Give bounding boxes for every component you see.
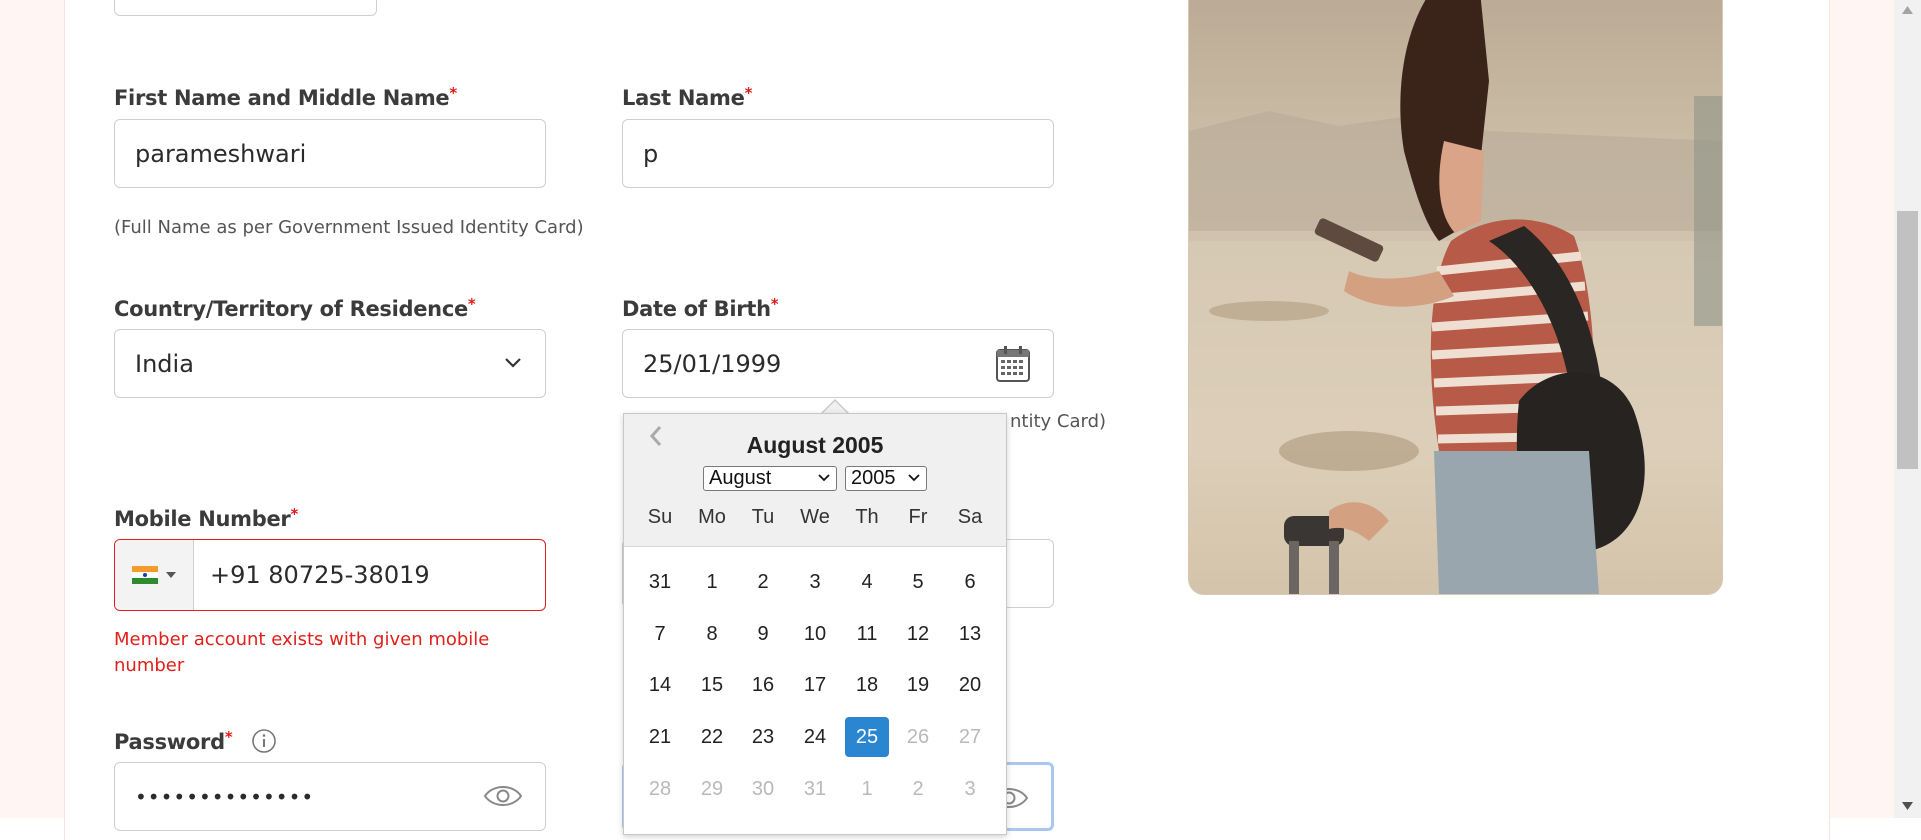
calendar-title: August 2005 <box>746 432 884 458</box>
last-name-input[interactable]: p <box>622 119 1054 188</box>
mobile-value: +91 80725-38019 <box>210 561 430 589</box>
mobile-error-text: Member account exists with given mobile … <box>114 629 490 676</box>
mobile-input[interactable]: +91 80725-38019 <box>114 539 546 611</box>
calendar-day[interactable]: 2 <box>741 562 785 602</box>
first-name-label: First Name and Middle Name* <box>114 84 457 110</box>
calendar-day[interactable]: 9 <box>741 614 785 654</box>
traveler-photo <box>1188 0 1723 595</box>
calendar-day-disabled: 1 <box>861 778 873 800</box>
weekday-su: Su <box>647 506 673 528</box>
calendar-day[interactable]: 22 <box>690 717 734 757</box>
weekday-th: Th <box>855 506 879 528</box>
country-select[interactable]: India <box>114 329 546 398</box>
scroll-up-arrow-icon[interactable] <box>1902 6 1913 14</box>
calendar-day[interactable]: 21 <box>638 717 682 757</box>
weekday-we: We <box>800 506 830 528</box>
calendar-day[interactable]: 1 <box>690 562 734 602</box>
calendar-day[interactable]: 17 <box>793 665 837 705</box>
calendar-day[interactable]: 18 <box>845 665 889 705</box>
dob-helper-text: ntity Card) <box>1010 411 1107 432</box>
name-helper-text: (Full Name as per Government Issued Iden… <box>114 217 584 238</box>
calendar-day[interactable]: 3 <box>793 562 837 602</box>
calendar-day-disabled: 30 <box>751 778 775 800</box>
mobile-label: Mobile Number* <box>114 505 298 531</box>
calendar-day-disabled: 28 <box>648 778 672 800</box>
chevron-down-icon <box>505 358 521 368</box>
calendar-day[interactable]: 20 <box>948 665 992 705</box>
calendar-day[interactable]: 24 <box>793 717 837 757</box>
calendar-day[interactable]: 4 <box>845 562 889 602</box>
calendar-day[interactable]: 12 <box>896 614 940 654</box>
scroll-down-arrow-icon[interactable] <box>1902 802 1913 810</box>
weekday-tu: Tu <box>751 506 775 528</box>
year-select[interactable]: 2005 <box>845 466 927 491</box>
eye-icon[interactable] <box>483 783 523 809</box>
calendar-day-disabled: 26 <box>906 726 930 748</box>
india-flag-icon <box>132 566 158 584</box>
calendar-day[interactable]: 14 <box>638 665 682 705</box>
scrollbar-thumb[interactable] <box>1897 211 1918 469</box>
calendar-day[interactable]: 5 <box>896 562 940 602</box>
previous-field[interactable] <box>114 0 377 16</box>
password-input[interactable]: •••••••••••••• <box>114 762 546 831</box>
calendar-day[interactable]: 8 <box>690 614 734 654</box>
country-label: Country/Territory of Residence* <box>114 295 476 321</box>
weekday-mo: Mo <box>698 506 726 528</box>
calendar-icon[interactable] <box>995 345 1031 383</box>
calendar-day[interactable]: 31 <box>638 562 682 602</box>
chevron-down-icon <box>818 474 830 482</box>
dob-input[interactable]: 25/01/1999 <box>622 329 1054 398</box>
calendar-day-disabled: 2 <box>912 778 924 800</box>
weekday-fr: Fr <box>908 506 928 528</box>
page-margin-left <box>0 0 64 818</box>
calendar-day-disabled: 29 <box>700 778 724 800</box>
chevron-down-icon <box>908 474 920 482</box>
calendar-day-disabled: 3 <box>964 778 976 800</box>
traveler-illustration <box>1189 0 1722 594</box>
calendar-day[interactable]: 15 <box>690 665 734 705</box>
caret-down-icon <box>166 572 176 578</box>
calendar-day-selected[interactable]: 25 <box>845 717 889 757</box>
month-select[interactable]: August <box>703 466 837 491</box>
info-icon[interactable] <box>251 728 277 754</box>
calendar-day-disabled: 27 <box>958 726 982 748</box>
weekday-sa: Sa <box>957 506 983 528</box>
calendar-day[interactable]: 10 <box>793 614 837 654</box>
calendar-day[interactable]: 16 <box>741 665 785 705</box>
first-name-input[interactable]: parameshwari <box>114 119 546 188</box>
calendar-day-disabled: 31 <box>803 778 827 800</box>
calendar-day[interactable]: 13 <box>948 614 992 654</box>
calendar-day[interactable]: 7 <box>638 614 682 654</box>
calendar-day[interactable]: 19 <box>896 665 940 705</box>
date-picker-popup: August 2005 August 2005 Su Mo Tu We Th F… <box>623 413 1007 835</box>
calendar-day[interactable]: 23 <box>741 717 785 757</box>
calendar-day[interactable]: 6 <box>948 562 992 602</box>
calendar-day[interactable]: 11 <box>845 614 889 654</box>
country-code-dropdown[interactable] <box>115 540 194 610</box>
dob-label: Date of Birth* <box>622 295 779 321</box>
last-name-label: Last Name* <box>622 84 753 110</box>
page-margin-right <box>1829 0 1894 818</box>
password-label: Password* <box>114 728 277 756</box>
